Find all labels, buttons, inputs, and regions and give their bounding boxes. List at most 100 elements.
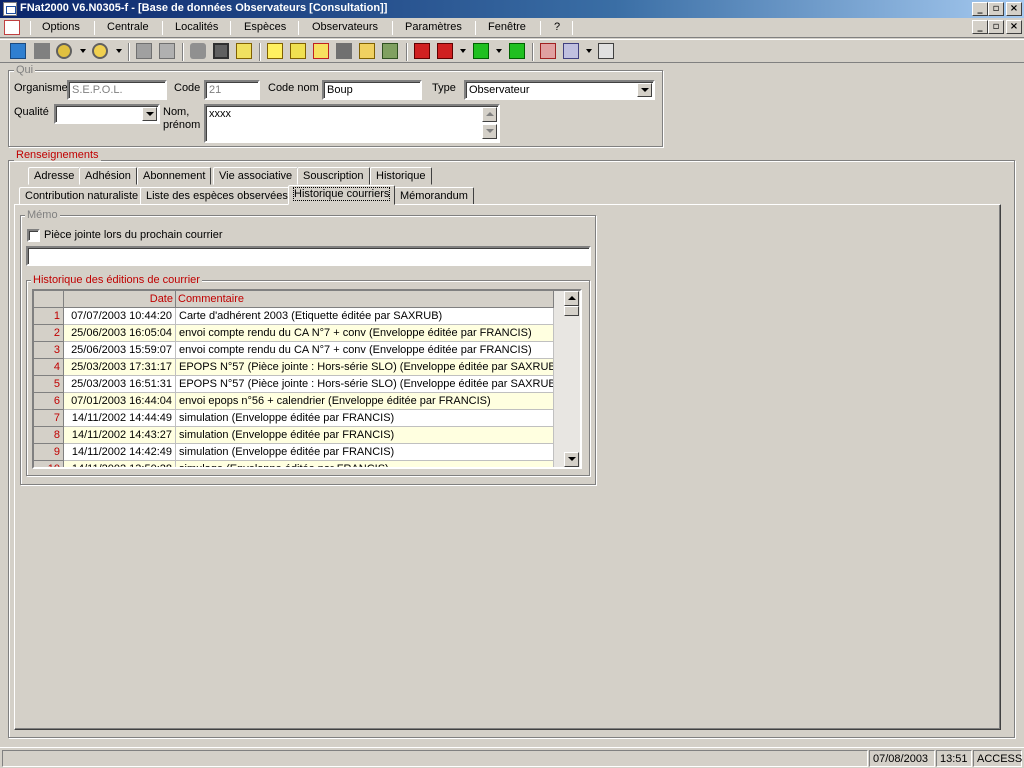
code-nom-field[interactable]: Boup (322, 80, 422, 100)
chevron-down-icon[interactable] (142, 107, 157, 121)
tab-adhesion[interactable]: Adhésion (79, 167, 137, 185)
row-number[interactable]: 8 (34, 427, 64, 444)
commentaire-cell[interactable]: simulation (Enveloppe éditée par FRANCIS… (176, 410, 554, 427)
copy-icon[interactable] (236, 43, 252, 59)
tab-liste-especes[interactable]: Liste des espèces observées (140, 187, 294, 205)
stop-icon[interactable] (34, 43, 50, 59)
scroll-down-icon[interactable] (482, 124, 497, 139)
menu-especes[interactable]: Espèces (244, 21, 286, 33)
tab-memorandum[interactable]: Mémorandum (394, 187, 474, 205)
child-restore-button[interactable]: ▫ (988, 20, 1004, 34)
tab-historique-courriers[interactable]: Historique courriers (288, 185, 396, 205)
scroll-up-icon[interactable] (564, 291, 579, 306)
previous-record-icon[interactable] (437, 43, 453, 59)
row-number[interactable]: 5 (34, 376, 64, 393)
close-button[interactable]: × (1006, 2, 1022, 16)
menu-fenetre[interactable]: Fenêtre (488, 21, 526, 33)
binoculars-icon[interactable] (56, 43, 72, 59)
new-icon[interactable] (267, 43, 283, 59)
row-number[interactable]: 10 (34, 461, 64, 467)
piece-jointe-checkbox[interactable] (27, 229, 40, 242)
menu-observateurs[interactable]: Observateurs (312, 21, 378, 33)
menu-localites[interactable]: Localités (175, 21, 218, 33)
document-icon[interactable] (4, 20, 20, 35)
date-cell[interactable]: 25/03/2003 17:31:17 (64, 359, 176, 376)
first-record-icon[interactable] (414, 43, 430, 59)
chevron-down-icon[interactable] (637, 83, 652, 97)
row-number[interactable]: 4 (34, 359, 64, 376)
row-number[interactable]: 2 (34, 325, 64, 342)
validate-icon[interactable] (159, 43, 175, 59)
maximize-button[interactable]: ▫ (988, 2, 1004, 16)
child-minimize-button[interactable]: _ (972, 20, 988, 34)
date-cell[interactable]: 25/06/2003 16:05:04 (64, 325, 176, 342)
commentaire-cell[interactable]: envoi compte rendu du CA N°7 + conv (Env… (176, 325, 554, 342)
keyboard-icon[interactable] (598, 43, 614, 59)
binoculars-target-icon[interactable] (92, 43, 108, 59)
status-date: 07/08/2003 (869, 750, 935, 767)
next-record-icon[interactable] (473, 43, 489, 59)
commentaire-cell[interactable]: Carte d'adhérent 2003 (Etiquette éditée … (176, 308, 554, 325)
date-cell[interactable]: 07/01/2003 16:44:04 (64, 393, 176, 410)
child-close-button[interactable]: × (1006, 20, 1022, 34)
menu-help[interactable]: ? (554, 21, 560, 33)
memo-text-field[interactable] (26, 246, 591, 266)
scrollbar-thumb[interactable] (564, 306, 579, 316)
code-field[interactable]: 21 (204, 80, 260, 100)
courrier-history-grid[interactable]: Date Commentaire 1 07/07/2003 10:44:20 Car… (32, 289, 582, 469)
commentaire-cell[interactable]: envoi epops n°56 + calendrier (Enveloppe… (176, 393, 554, 410)
grid-vertical-scrollbar[interactable] (564, 291, 580, 467)
edit-icon[interactable] (290, 43, 306, 59)
last-record-icon[interactable] (509, 43, 525, 59)
date-cell[interactable]: 25/06/2003 15:59:07 (64, 342, 176, 359)
cancel-icon[interactable] (313, 43, 329, 59)
date-cell[interactable]: 14/11/2002 14:42:49 (64, 444, 176, 461)
refresh-icon[interactable] (10, 43, 26, 59)
commentaire-cell[interactable]: simulation (Enveloppe éditée par FRANCIS… (176, 444, 554, 461)
menu-centrale[interactable]: Centrale (107, 21, 149, 33)
minimize-button[interactable]: _ (972, 2, 988, 16)
date-cell[interactable]: 14/11/2002 13:50:28 (64, 461, 176, 467)
menu-options[interactable]: Options (42, 21, 80, 33)
tab-contribution-naturaliste[interactable]: Contribution naturaliste (19, 187, 145, 205)
qualite-select[interactable] (54, 104, 160, 124)
disk-icon[interactable] (336, 43, 352, 59)
tab-historique[interactable]: Historique (370, 167, 432, 185)
open-folder-icon[interactable] (359, 43, 375, 59)
tab-vie-associative[interactable]: Vie associative (213, 167, 299, 185)
commentaire-cell[interactable]: simulage (Enveloppe éditée par FRANCIS) (176, 461, 554, 467)
tree-icon[interactable] (382, 43, 398, 59)
commentaire-cell[interactable]: simulation (Enveloppe éditée par FRANCIS… (176, 427, 554, 444)
commentaire-cell[interactable]: EPOPS N°57 (Pièce jointe : Hors-série SL… (176, 376, 554, 393)
commentaire-column-header[interactable]: Commentaire (176, 291, 554, 308)
date-cell[interactable]: 25/03/2003 16:51:31 (64, 376, 176, 393)
row-number[interactable]: 9 (34, 444, 64, 461)
delete-icon[interactable] (136, 43, 152, 59)
scroll-up-icon[interactable] (482, 107, 497, 122)
organisme-field[interactable]: S.E.P.O.L. (67, 80, 167, 100)
row-number[interactable]: 3 (34, 342, 64, 359)
date-cell[interactable]: 14/11/2002 14:43:27 (64, 427, 176, 444)
grid-report-icon[interactable] (563, 43, 579, 59)
save-icon[interactable] (213, 43, 229, 59)
row-number[interactable]: 6 (34, 393, 64, 410)
split-icon[interactable] (540, 43, 556, 59)
tab-souscription[interactable]: Souscription (297, 167, 370, 185)
menu-parametres[interactable]: Paramètres (405, 21, 462, 33)
tab-adresse[interactable]: Adresse (28, 167, 81, 185)
scroll-down-icon[interactable] (564, 452, 579, 467)
date-cell[interactable]: 07/07/2003 10:44:20 (64, 308, 176, 325)
commentaire-cell[interactable]: envoi compte rendu du CA N°7 + conv (Env… (176, 342, 554, 359)
date-column-header[interactable]: Date (64, 291, 176, 308)
status-bar: 07/08/2003 13:51 ACCESS (0, 747, 1024, 768)
commentaire-cell[interactable]: EPOPS N°57 (Pièce jointe : Hors-série SL… (176, 359, 554, 376)
date-cell[interactable]: 14/11/2002 14:44:49 (64, 410, 176, 427)
memo-legend: Mémo (25, 209, 60, 221)
app-icon[interactable] (3, 2, 17, 16)
nom-prenom-field[interactable]: xxxx (204, 104, 500, 143)
row-number[interactable]: 7 (34, 410, 64, 427)
row-number[interactable]: 1 (34, 308, 64, 325)
tab-abonnement[interactable]: Abonnement (137, 167, 212, 185)
tag-icon[interactable] (190, 43, 206, 59)
type-select[interactable]: Observateur (464, 80, 655, 100)
